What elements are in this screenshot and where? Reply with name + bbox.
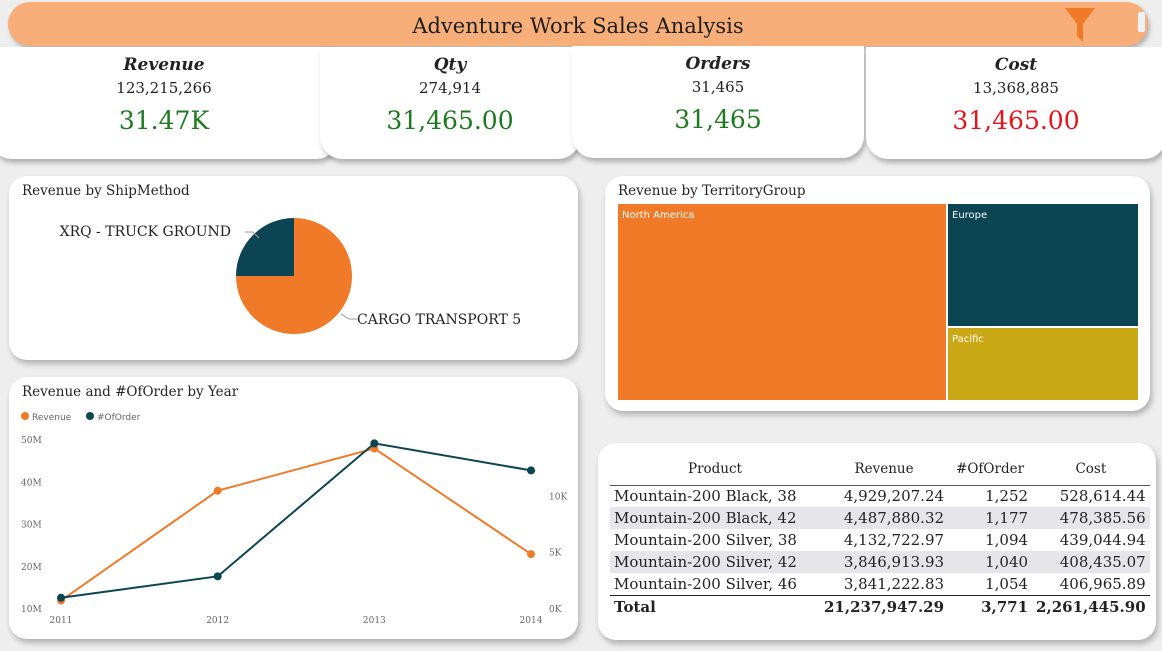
kpi-card-qty: Qty 274,914 31,465.00 [320, 47, 580, 159]
cell-total-orders: 3,771 [948, 594, 1033, 619]
x-tick: 2011 [50, 616, 73, 626]
kpi-label: Qty [433, 55, 467, 75]
y-tick-left: 10M [21, 605, 42, 615]
cell-revenue: 3,841,222.83 [843, 574, 945, 593]
cell-orders: 1,177 [948, 507, 1033, 529]
cell-product: Mountain-200 Silver, 42 [610, 551, 820, 573]
cell-orders: 1,094 [985, 531, 1029, 549]
kpi-label: Revenue [123, 55, 205, 75]
series-line [60, 447, 532, 602]
x-tick: 2014 [520, 616, 543, 626]
table-row[interactable]: Mountain-200 Black, 42 4,487,880.32 1,17… [610, 507, 1150, 529]
y-tick-right: 5K [549, 549, 562, 559]
data-point[interactable] [527, 466, 535, 475]
y-tick-left: 30M [21, 521, 42, 531]
legend-marker [86, 412, 94, 420]
pie-label: CARGO TRANSPORT 5 [357, 312, 521, 328]
x-tick: 2013 [363, 616, 386, 626]
col-header-revenue[interactable]: Revenue [820, 453, 949, 486]
line-chart[interactable]: Revenue #OfOrder 10M 20M 30M 40M 50M 0K 5K 10K 201… [9, 377, 578, 639]
kpi-value: 31,465.00 [952, 106, 1080, 135]
y-tick-right: 10K [549, 492, 567, 502]
y-tick-left: 20M [21, 563, 42, 573]
cell-revenue: 4,487,880.32 [820, 507, 949, 529]
pie-chart-card: Revenue by ShipMethod CARGO TRANSPORT 5X… [9, 176, 578, 360]
table-row[interactable]: Mountain-200 Black, 38 4,929,207.24 1,25… [610, 485, 1150, 507]
y-tick-left: 50M [21, 436, 42, 446]
cell-cost: 406,965.89 [1059, 574, 1146, 593]
cell-revenue: 4,929,207.24 [843, 487, 945, 506]
line-chart-card: Revenue and #OfOrder by Year Revenue #OfO… [9, 377, 578, 639]
treemap: North America Europe Pacific [618, 204, 1138, 400]
leader-line [340, 313, 357, 320]
cell-orders: 1,040 [948, 551, 1033, 573]
cell-revenue: 4,132,722.97 [843, 531, 945, 549]
kpi-total: 123,215,266 [116, 79, 212, 97]
treemap-cell[interactable]: North America [618, 204, 946, 400]
kpi-card-cost: Cost 13,368,885 31,465.00 [866, 47, 1162, 159]
kpi-card-orders: Orders 31,465 31,465 [572, 46, 864, 158]
cell-total-revenue: 21,237,947.29 [820, 594, 949, 619]
kpi-value: 31,465.00 [386, 106, 514, 135]
product-table-card: Product Revenue #OfOrder Cost Mountain-2… [598, 443, 1156, 640]
x-tick: 2012 [206, 616, 229, 626]
pie-label: XRQ - TRUCK GROUND [60, 224, 231, 240]
cell-cost: 439,044.94 [1059, 531, 1146, 549]
legend-label: Revenue [32, 413, 72, 423]
col-header-product[interactable]: Product [610, 453, 820, 486]
table-row[interactable]: Mountain-200 Silver, 38 4,132,722.97 1,0… [610, 529, 1150, 551]
pie-chart[interactable]: CARGO TRANSPORT 5 XRQ - TRUCK GROUND [9, 176, 578, 360]
table-header-row: Product Revenue #OfOrder Cost [610, 453, 1150, 486]
report-title: Adventure Work Sales Analysis [412, 14, 744, 38]
treemap-card: Revenue by TerritoryGroup North America E… [605, 176, 1150, 411]
legend-marker [21, 412, 29, 420]
kpi-label: Orders [685, 54, 751, 74]
cell-total-label: Total [610, 594, 820, 619]
kpi-total: 13,368,885 [973, 79, 1059, 97]
chart-title: Revenue by TerritoryGroup [618, 183, 806, 199]
legend-label: #OfOrder [97, 413, 141, 423]
cell-revenue: 3,846,913.93 [820, 551, 949, 573]
data-point[interactable] [57, 593, 65, 602]
cell-product: Mountain-200 Silver, 46 [614, 574, 797, 593]
table-row[interactable]: Mountain-200 Silver, 46 3,841,222.83 1,0… [610, 573, 1150, 595]
cell-product: Mountain-200 Black, 42 [610, 507, 820, 529]
kpi-value: 31,465 [674, 105, 762, 134]
cell-product: Mountain-200 Black, 38 [614, 487, 797, 506]
table-row[interactable]: Mountain-200 Silver, 42 3,846,913.93 1,0… [610, 551, 1150, 573]
cell-orders: 1,054 [985, 574, 1029, 593]
data-point[interactable] [213, 572, 222, 581]
kpi-total: 31,465 [691, 78, 745, 96]
product-table: Product Revenue #OfOrder Cost Mountain-2… [610, 453, 1150, 619]
treemap-cell[interactable]: Europe [948, 204, 1138, 326]
cell-product: Mountain-200 Silver, 38 [614, 531, 797, 549]
data-point[interactable] [370, 439, 379, 448]
data-point[interactable] [527, 550, 535, 559]
kpi-label: Cost [994, 55, 1038, 75]
table-total-row: Total 21,237,947.29 3,771 2,261,445.90 [610, 594, 1150, 619]
report-header: Adventure Work Sales Analysis [8, 2, 1148, 46]
series-line [60, 442, 532, 599]
kpi-total: 274,914 [418, 79, 482, 97]
col-header-cost[interactable]: Cost [1032, 453, 1150, 486]
y-tick-right: 0K [549, 605, 562, 615]
cell-orders: 1,252 [985, 487, 1029, 506]
filter-icon[interactable] [1063, 6, 1097, 44]
cell-cost: 478,385.56 [1032, 507, 1150, 529]
cell-total-cost: 2,261,445.90 [1032, 594, 1150, 619]
y-tick-left: 40M [21, 478, 42, 488]
kpi-card-revenue: Revenue 123,215,266 31.47K [0, 47, 338, 159]
col-header-orders[interactable]: #OfOrder [948, 453, 1033, 486]
scroll-handle[interactable] [1138, 12, 1145, 32]
data-point[interactable] [213, 486, 222, 495]
treemap-cell[interactable]: Pacific [948, 328, 1138, 400]
kpi-value: 31.47K [118, 106, 210, 135]
cell-cost: 408,435.07 [1032, 551, 1150, 573]
cell-cost: 528,614.44 [1059, 487, 1146, 506]
pie-slice[interactable] [236, 218, 294, 276]
